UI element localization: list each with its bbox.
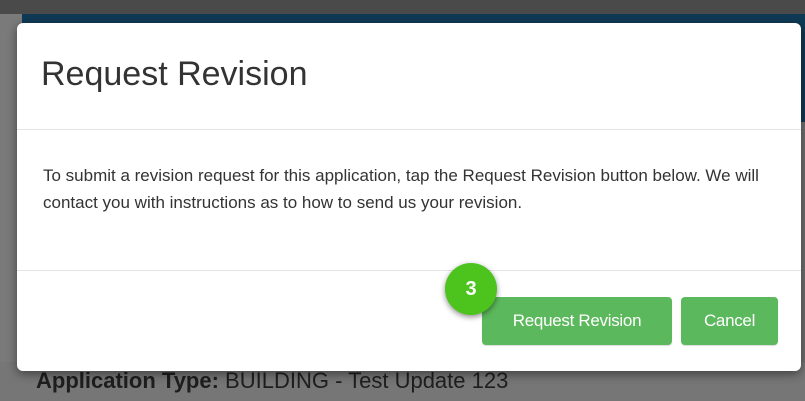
request-revision-button[interactable]: Request Revision [482,297,672,345]
top-bar [0,0,805,14]
modal-header: Request Revision [17,23,801,130]
step-number-badge: 3 [445,263,497,315]
modal-title: Request Revision [41,55,308,93]
modal-footer: Request Revision Cancel [17,271,801,371]
modal-body: To submit a revision request for this ap… [17,130,801,271]
cancel-button[interactable]: Cancel [681,297,778,345]
request-revision-modal: Request Revision To submit a revision re… [17,23,801,371]
application-type-line: Application Type: BUILDING - Test Update… [36,368,508,394]
page: Application Type: BUILDING - Test Update… [0,0,805,401]
modal-body-text: To submit a revision request for this ap… [43,166,759,212]
application-type-label: Application Type: [36,368,219,393]
application-type-value: BUILDING - Test Update 123 [218,368,509,393]
